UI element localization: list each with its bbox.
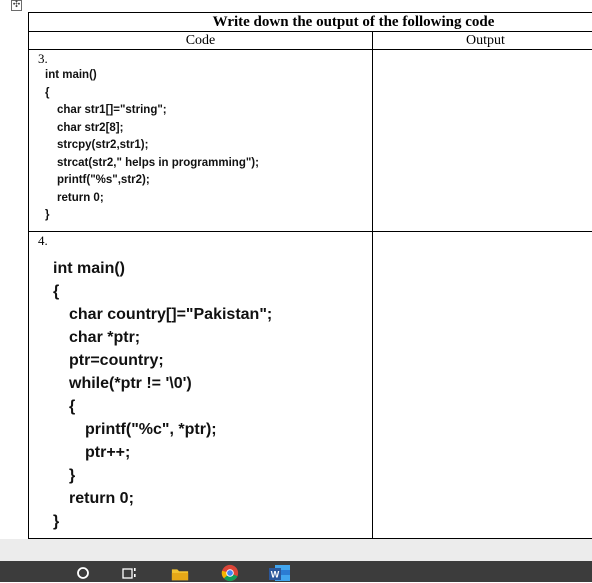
table-title: Write down the output of the following c… (29, 13, 592, 32)
code-line: return 0; (53, 487, 372, 510)
code-line: char *ptr; (53, 326, 372, 349)
question-4-code-cell[interactable]: 4. int main() { char country[]="Pakistan… (29, 232, 373, 539)
code-line: char country[]="Pakistan"; (53, 303, 372, 326)
code-line: char str2[8]; (45, 120, 372, 138)
code-block: int main() { char str1[]="string"; char … (29, 67, 372, 225)
question-3-output-cell[interactable] (373, 50, 592, 232)
code-line: { (53, 280, 372, 303)
question-number: 4. (29, 232, 372, 249)
code-line: return 0; (45, 190, 372, 208)
file-explorer-icon[interactable] (171, 564, 189, 582)
code-line: ptr=country; (53, 349, 372, 372)
code-column-header: Code (29, 32, 373, 50)
question-number: 3. (29, 50, 372, 67)
task-view-icon[interactable] (121, 564, 139, 582)
exercise-table: Write down the output of the following c… (28, 12, 592, 539)
question-4-output-cell[interactable] (373, 232, 592, 539)
taskbar: W (0, 561, 592, 582)
code-line: int main() (53, 257, 372, 280)
code-line: printf("%s",str2); (45, 172, 372, 190)
code-block: int main() { char country[]="Pakistan"; … (29, 257, 372, 533)
code-line: printf("%c", *ptr); (53, 418, 372, 441)
word-icon-letter: W (271, 570, 280, 580)
code-line: strcat(str2," helps in programming"); (45, 155, 372, 173)
question-3-code-cell[interactable]: 3. int main() { char str1[]="string"; ch… (29, 50, 373, 232)
code-line: { (53, 395, 372, 418)
document-bottom-area (0, 539, 592, 561)
code-line: } (53, 464, 372, 487)
code-line: } (45, 207, 372, 225)
chrome-icon[interactable] (221, 564, 239, 582)
code-line: while(*ptr != '\0') (53, 372, 372, 395)
code-line: char str1[]="string"; (45, 102, 372, 120)
code-line: strcpy(str2,str1); (45, 137, 372, 155)
table-move-handle[interactable]: ✣ (11, 0, 22, 11)
code-line: { (45, 85, 372, 103)
code-line: ptr++; (53, 441, 372, 464)
word-icon[interactable]: W (269, 564, 291, 582)
code-line: int main() (45, 67, 372, 85)
search-icon[interactable] (74, 564, 92, 582)
code-line: } (53, 510, 372, 533)
output-column-header: Output (373, 32, 592, 50)
